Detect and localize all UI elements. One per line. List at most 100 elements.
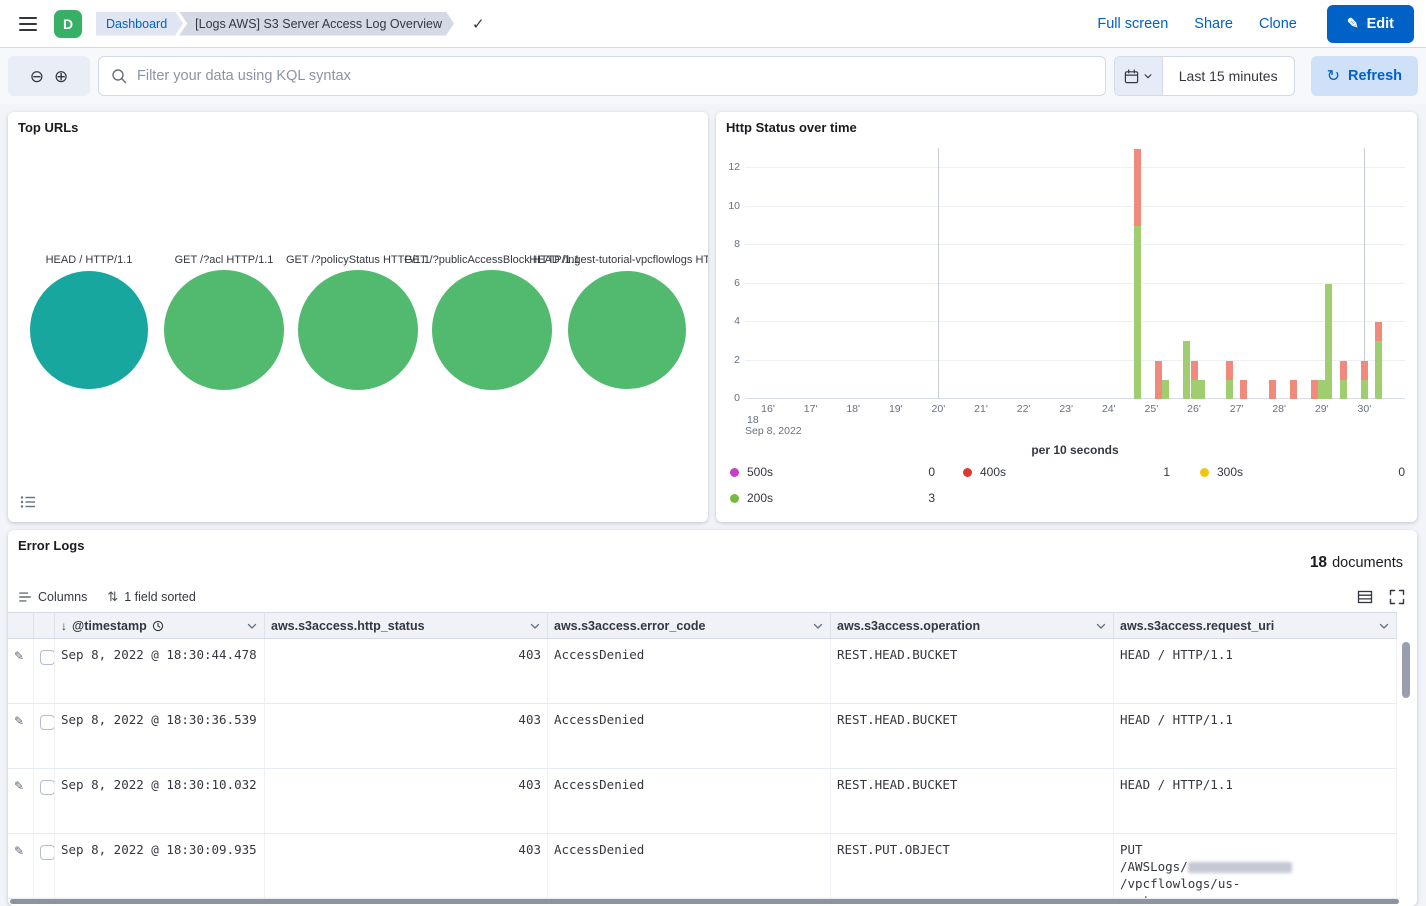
bar-200s[interactable] [1226, 380, 1233, 399]
edit-document-icon[interactable]: ✎ [14, 649, 24, 663]
vertical-scrollbar[interactable] [1402, 642, 1410, 698]
top-url-bubble[interactable] [298, 270, 418, 390]
hamburger-menu-button[interactable] [12, 8, 44, 40]
column-header-aws-s3access-operation[interactable]: aws.s3access.operation [831, 613, 1114, 638]
x-tick-label: 18' [836, 403, 870, 415]
row-checkbox[interactable] [40, 650, 55, 665]
cell-request-uri[interactable]: HEAD / HTTP/1.1 [1114, 769, 1397, 833]
top-url-bubble[interactable] [568, 271, 686, 389]
bar-400s[interactable] [1191, 361, 1198, 380]
cell-timestamp[interactable]: Sep 8, 2022 @ 18:30:44.478 [55, 639, 265, 703]
cell-timestamp[interactable]: Sep 8, 2022 @ 18:30:10.032 [55, 769, 265, 833]
column-header-aws-s3access-error-code[interactable]: aws.s3access.error_code [548, 613, 831, 638]
bar-200s[interactable] [1325, 284, 1332, 400]
column-header-aws-s3access-http-status[interactable]: aws.s3access.http_status [265, 613, 548, 638]
bar-400s[interactable] [1226, 361, 1233, 380]
legend-item-300s[interactable]: 300s0 [1200, 464, 1405, 480]
bar-400s[interactable] [1290, 380, 1297, 399]
refresh-button[interactable]: ↻ Refresh [1311, 56, 1418, 96]
legend-value: 0 [1398, 465, 1405, 479]
bar-400s[interactable] [1134, 149, 1141, 226]
bar-400s[interactable] [1375, 322, 1382, 341]
legend-item-500s[interactable]: 500s0 [730, 464, 935, 480]
check-icon[interactable]: ✓ [472, 15, 485, 33]
bar-200s[interactable] [1183, 341, 1190, 399]
bar-200s[interactable] [1375, 341, 1382, 399]
bar-400s[interactable] [1311, 380, 1318, 399]
bar-400s[interactable] [1155, 361, 1162, 400]
bar-200s[interactable] [1162, 380, 1169, 399]
edit-button[interactable]: ✎ Edit [1327, 5, 1414, 43]
bar-200s[interactable] [1340, 380, 1347, 399]
edit-document-icon[interactable]: ✎ [14, 844, 24, 858]
clone-link[interactable]: Clone [1259, 16, 1297, 32]
bar-200s[interactable] [1318, 380, 1325, 399]
remove-filter-icon[interactable]: ⊖ [30, 68, 44, 85]
calendar-button[interactable] [1115, 57, 1163, 95]
horizontal-scrollbar[interactable] [10, 899, 1399, 904]
cell-http-status[interactable]: 403 [265, 639, 548, 703]
bar-400s[interactable] [1269, 380, 1276, 399]
bar-400s[interactable] [1361, 361, 1368, 380]
cell-timestamp[interactable]: Sep 8, 2022 @ 18:30:09.935 [55, 834, 265, 898]
cell-operation[interactable]: REST.PUT.OBJECT [831, 834, 1114, 898]
clock-icon [152, 620, 164, 632]
column-header-aws-s3access-request-uri[interactable]: aws.s3access.request_uri [1114, 613, 1397, 638]
cell-request-uri[interactable]: PUT/AWSLogs//vpcflowlogs/us-west-... [1114, 834, 1397, 898]
bar-200s[interactable] [1361, 380, 1368, 399]
chevron-down-icon[interactable] [246, 620, 258, 632]
gridline [745, 206, 1405, 207]
kql-search-input[interactable] [135, 67, 1093, 85]
cell-operation[interactable]: REST.HEAD.BUCKET [831, 769, 1114, 833]
edit-document-icon[interactable]: ✎ [14, 714, 24, 728]
cell-error-code[interactable]: AccessDenied [548, 769, 831, 833]
bar-400s[interactable] [1340, 361, 1347, 380]
display-options-icon[interactable] [1357, 589, 1373, 605]
bar-200s[interactable] [1134, 226, 1141, 399]
bar-200s[interactable] [1198, 380, 1205, 399]
cell-request-uri[interactable]: HEAD / HTTP/1.1 [1114, 704, 1397, 768]
chevron-down-icon[interactable] [812, 620, 824, 632]
columns-button[interactable]: Columns [18, 590, 87, 604]
cell-timestamp[interactable]: Sep 8, 2022 @ 18:30:36.539 [55, 704, 265, 768]
row-checkbox[interactable] [40, 845, 55, 860]
space-avatar[interactable]: D [54, 10, 82, 38]
status-color-dot [963, 468, 972, 477]
legend-toggle-icon[interactable] [20, 494, 38, 512]
grid-body: ✎Sep 8, 2022 @ 18:30:44.478403AccessDeni… [8, 639, 1397, 899]
top-url-bubble[interactable] [432, 270, 552, 390]
cell-http-status[interactable]: 403 [265, 704, 548, 768]
grid-header-controls-cell [8, 613, 34, 638]
bar-200s[interactable] [1191, 380, 1198, 399]
top-url-bubble[interactable] [164, 270, 284, 390]
kql-search-box[interactable] [98, 56, 1106, 96]
time-range-button[interactable]: Last 15 minutes [1163, 57, 1294, 95]
bar-400s[interactable] [1240, 380, 1247, 399]
share-link[interactable]: Share [1194, 16, 1233, 32]
cell-http-status[interactable]: 403 [265, 769, 548, 833]
legend-item-400s[interactable]: 400s1 [963, 464, 1170, 480]
cell-error-code[interactable]: AccessDenied [548, 639, 831, 703]
full-screen-link[interactable]: Full screen [1097, 16, 1168, 32]
breadcrumb-dashboard[interactable]: Dashboard [96, 12, 183, 36]
row-checkbox[interactable] [40, 715, 55, 730]
fullscreen-icon[interactable] [1389, 589, 1405, 605]
edit-document-icon[interactable]: ✎ [14, 779, 24, 793]
cell-http-status[interactable]: 403 [265, 834, 548, 898]
cell-error-code[interactable]: AccessDenied [548, 834, 831, 898]
cell-operation[interactable]: REST.HEAD.BUCKET [831, 639, 1114, 703]
chevron-down-icon[interactable] [529, 620, 541, 632]
row-checkbox[interactable] [40, 780, 55, 795]
breadcrumb-current-page[interactable]: [Logs AWS] S3 Server Access Log Overview [179, 12, 454, 36]
chevron-down-icon[interactable] [1378, 620, 1390, 632]
cell-operation[interactable]: REST.HEAD.BUCKET [831, 704, 1114, 768]
cell-request-uri[interactable]: HEAD / HTTP/1.1 [1114, 639, 1397, 703]
cell-error-code[interactable]: AccessDenied [548, 704, 831, 768]
add-filter-icon[interactable]: ⊕ [54, 68, 68, 85]
sort-fields-button[interactable]: ⇅ 1 field sorted [107, 589, 195, 605]
row-controls-cell: ✎ [8, 639, 34, 703]
legend-item-200s[interactable]: 200s3 [730, 490, 935, 506]
top-url-bubble[interactable] [30, 271, 148, 389]
column-header--timestamp[interactable]: ↓@timestamp [55, 613, 265, 638]
chevron-down-icon[interactable] [1095, 620, 1107, 632]
